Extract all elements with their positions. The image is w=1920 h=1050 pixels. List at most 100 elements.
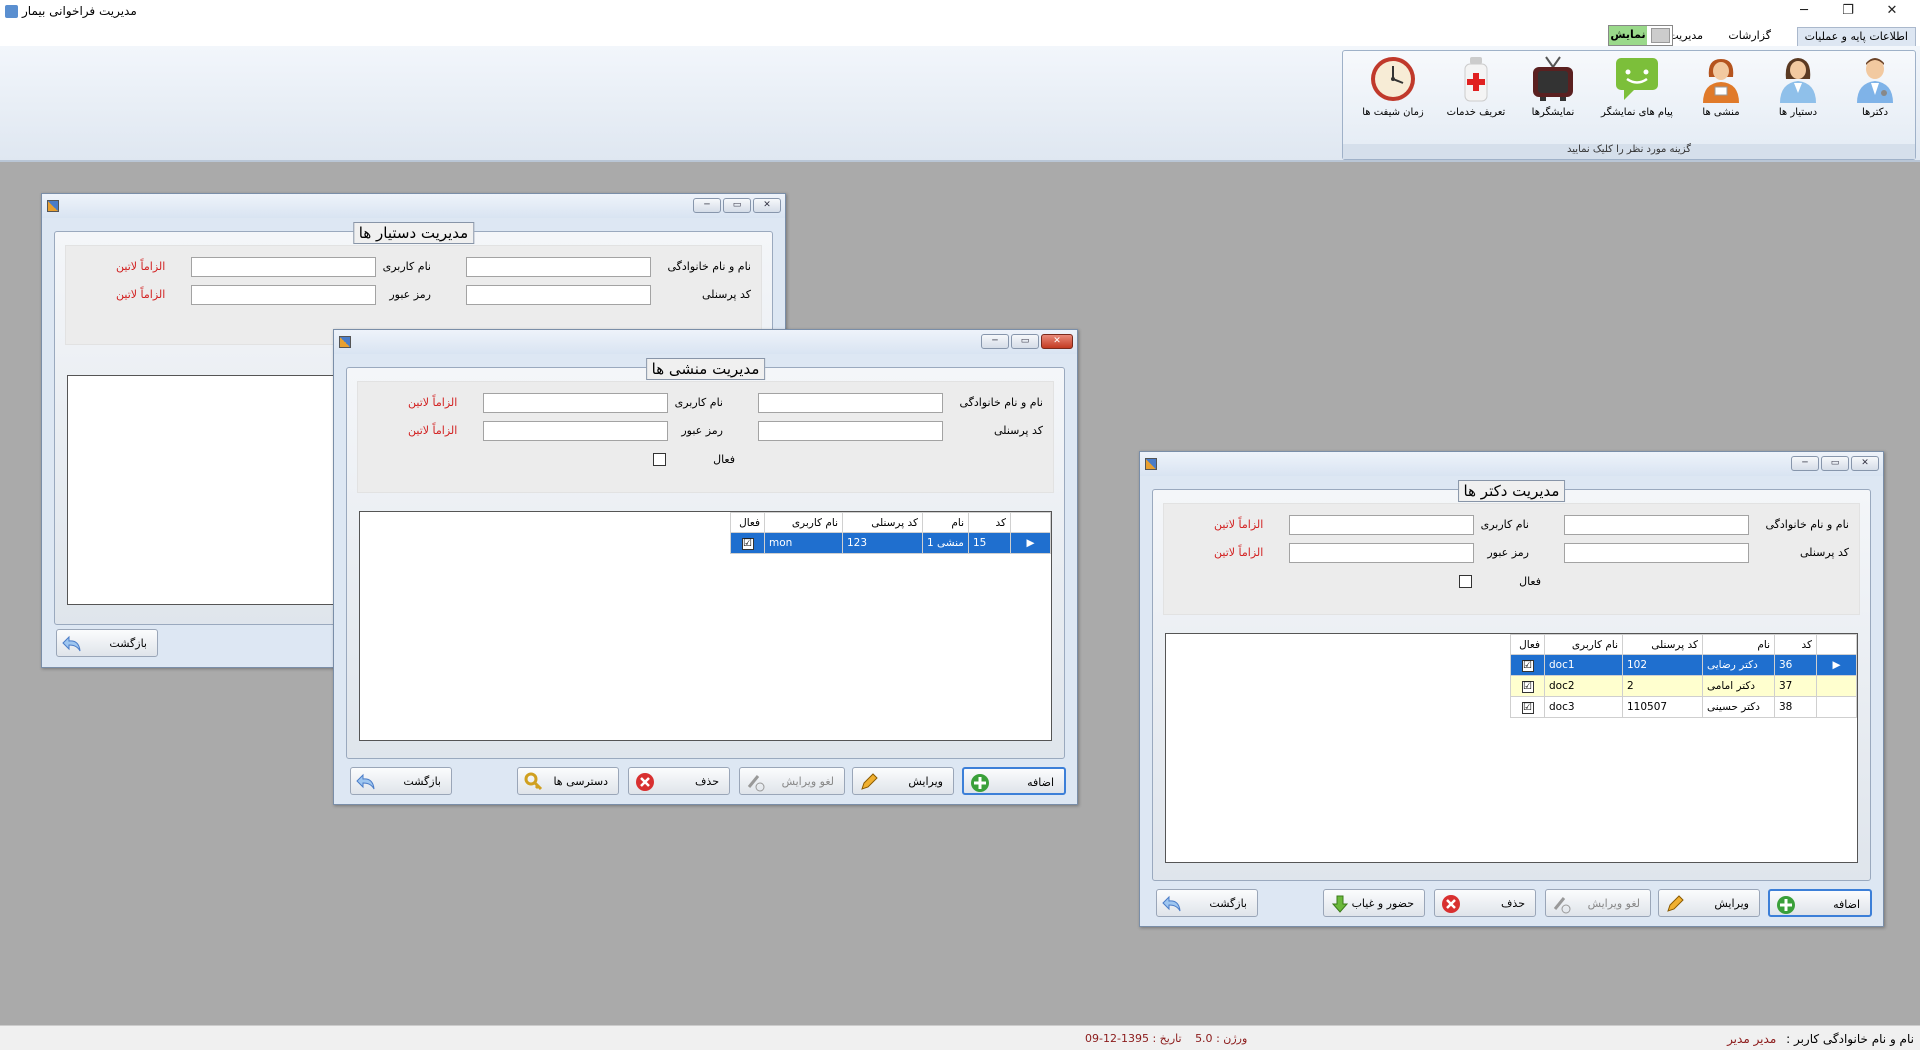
password-field[interactable] <box>191 285 376 305</box>
row-selector-icon[interactable]: ▶ <box>1010 532 1051 554</box>
password-field[interactable] <box>483 421 668 441</box>
back-button-label: بازگشت <box>1209 897 1247 910</box>
close-button[interactable]: ✕ <box>1041 334 1073 349</box>
personnel-code-field[interactable] <box>1564 543 1749 563</box>
cancel-edit-icon <box>1552 894 1572 914</box>
column-header[interactable]: نام <box>922 512 969 533</box>
ribbon-item-displays[interactable]: نمایشگرها <box>1516 55 1590 135</box>
tab-reports[interactable]: گزارشات <box>1721 27 1778 47</box>
cell-name[interactable]: دکتر رضایی <box>1702 654 1775 676</box>
minimize-button[interactable]: ─ <box>981 334 1009 349</box>
cell-active[interactable]: ☑ <box>1510 654 1545 676</box>
active-checkbox[interactable] <box>1459 575 1472 588</box>
maximize-button[interactable]: ▭ <box>1821 456 1849 471</box>
doctors-grid[interactable]: کد نام کد پرسنلی نام کاربری فعال ▶ 36 دک… <box>1165 633 1858 863</box>
minimize-button[interactable]: ─ <box>1782 0 1826 24</box>
cell-personnel[interactable]: 102 <box>1622 654 1703 676</box>
active-checkbox[interactable] <box>653 453 666 466</box>
cancel-edit-button[interactable]: لغو ویرایش <box>739 767 845 795</box>
cell-username[interactable]: doc3 <box>1544 696 1623 718</box>
maximize-button[interactable]: ▭ <box>723 198 751 213</box>
column-header[interactable]: کد پرسنلی <box>842 512 923 533</box>
edit-button[interactable]: ویرایش <box>1658 889 1760 917</box>
row-selector[interactable] <box>1816 675 1857 697</box>
fullname-label: نام و نام خانوادگی <box>959 396 1043 409</box>
column-header[interactable]: فعال <box>1510 634 1545 655</box>
active-checkbox[interactable]: ☑ <box>1521 680 1534 693</box>
delete-button-label: حذف <box>695 775 719 788</box>
ribbon-item-shifts[interactable]: زمان شیفت ها <box>1353 55 1433 135</box>
delete-button[interactable]: حذف <box>628 767 730 795</box>
cell-name[interactable]: دکتر امامی <box>1702 675 1775 697</box>
close-button[interactable]: ✕ <box>1870 0 1914 24</box>
minimize-button[interactable]: ─ <box>1791 456 1819 471</box>
row-selector-icon[interactable]: ▶ <box>1816 654 1857 676</box>
back-button[interactable]: بازگشت <box>350 767 452 795</box>
table-row[interactable]: ▶ 36 دکتر رضایی 102 doc1 ☑ <box>1510 654 1857 676</box>
fullname-field[interactable] <box>466 257 651 277</box>
close-button[interactable]: ✕ <box>1851 456 1879 471</box>
back-icon <box>1162 894 1183 914</box>
column-header[interactable]: کد <box>968 512 1011 533</box>
column-header[interactable]: فعال <box>730 512 765 533</box>
add-button[interactable]: اضافه <box>962 767 1066 795</box>
cell-code[interactable]: 38 <box>1774 696 1817 718</box>
cell-active[interactable]: ☑ <box>730 532 765 554</box>
cell-personnel[interactable]: 2 <box>1622 675 1703 697</box>
cell-name[interactable]: دکتر حسینی <box>1702 696 1775 718</box>
personnel-code-field[interactable] <box>466 285 651 305</box>
cell-username[interactable]: mon <box>764 532 843 554</box>
back-button[interactable]: بازگشت <box>56 629 158 657</box>
cell-code[interactable]: 37 <box>1774 675 1817 697</box>
fullname-field[interactable] <box>758 393 943 413</box>
tab-basic-info[interactable]: اطلاعات پایه و عملیات <box>1796 27 1916 47</box>
secretaries-grid[interactable]: کد نام کد پرسنلی نام کاربری فعال ▶ 15 من… <box>359 511 1052 741</box>
table-row[interactable]: 37 دکتر امامی 2 doc2 ☑ <box>1510 675 1857 697</box>
cell-personnel[interactable]: 123 <box>842 532 923 554</box>
attendance-button[interactable]: حضور و غیاب <box>1323 889 1425 917</box>
username-field[interactable] <box>483 393 668 413</box>
close-button[interactable]: ✕ <box>753 198 781 213</box>
active-checkbox[interactable]: ☑ <box>1521 701 1534 714</box>
cell-active[interactable]: ☑ <box>1510 696 1545 718</box>
table-row[interactable]: ▶ 15 منشی 1 123 mon ☑ <box>730 532 1051 554</box>
column-header[interactable]: نام کاربری <box>764 512 843 533</box>
column-header[interactable]: نام <box>1702 634 1775 655</box>
cell-username[interactable]: doc1 <box>1544 654 1623 676</box>
column-header[interactable]: کد پرسنلی <box>1622 634 1703 655</box>
cell-username[interactable]: doc2 <box>1544 675 1623 697</box>
cell-code[interactable]: 36 <box>1774 654 1817 676</box>
cell-code[interactable]: 15 <box>968 532 1011 554</box>
display-toggle[interactable]: نمایش <box>1608 25 1673 46</box>
cell-name[interactable]: منشی 1 <box>922 532 969 554</box>
table-row[interactable]: 38 دکتر حسینی 110507 doc3 ☑ <box>1510 696 1857 718</box>
column-header[interactable]: کد <box>1774 634 1817 655</box>
cell-active[interactable]: ☑ <box>1510 675 1545 697</box>
access-button[interactable]: دسترسی ها <box>517 767 619 795</box>
add-icon <box>1776 895 1796 915</box>
ribbon-item-secretaries[interactable]: منشی ها <box>1684 55 1758 135</box>
ribbon-item-doctors[interactable]: دکترها <box>1838 55 1912 135</box>
add-button[interactable]: اضافه <box>1768 889 1872 917</box>
username-field[interactable] <box>1289 515 1474 535</box>
ribbon-item-assistants[interactable]: دستیار ها <box>1761 55 1835 135</box>
active-checkbox[interactable]: ☑ <box>1521 659 1534 672</box>
maximize-button[interactable]: ❐ <box>1826 0 1870 24</box>
edit-button[interactable]: ویرایش <box>852 767 954 795</box>
delete-button[interactable]: حذف <box>1434 889 1536 917</box>
password-field[interactable] <box>1289 543 1474 563</box>
personnel-code-field[interactable] <box>758 421 943 441</box>
secretary-icon <box>1695 55 1747 103</box>
back-button[interactable]: بازگشت <box>1156 889 1258 917</box>
active-checkbox[interactable]: ☑ <box>741 537 754 550</box>
fullname-field[interactable] <box>1564 515 1749 535</box>
ribbon-item-messages[interactable]: پیام های نمایشگر <box>1593 55 1681 135</box>
cancel-edit-button[interactable]: لغو ویرایش <box>1545 889 1651 917</box>
row-selector[interactable] <box>1816 696 1857 718</box>
ribbon-item-services[interactable]: تعریف خدمات <box>1439 55 1513 135</box>
column-header[interactable]: نام کاربری <box>1544 634 1623 655</box>
maximize-button[interactable]: ▭ <box>1011 334 1039 349</box>
username-field[interactable] <box>191 257 376 277</box>
cell-personnel[interactable]: 110507 <box>1622 696 1703 718</box>
minimize-button[interactable]: ─ <box>693 198 721 213</box>
